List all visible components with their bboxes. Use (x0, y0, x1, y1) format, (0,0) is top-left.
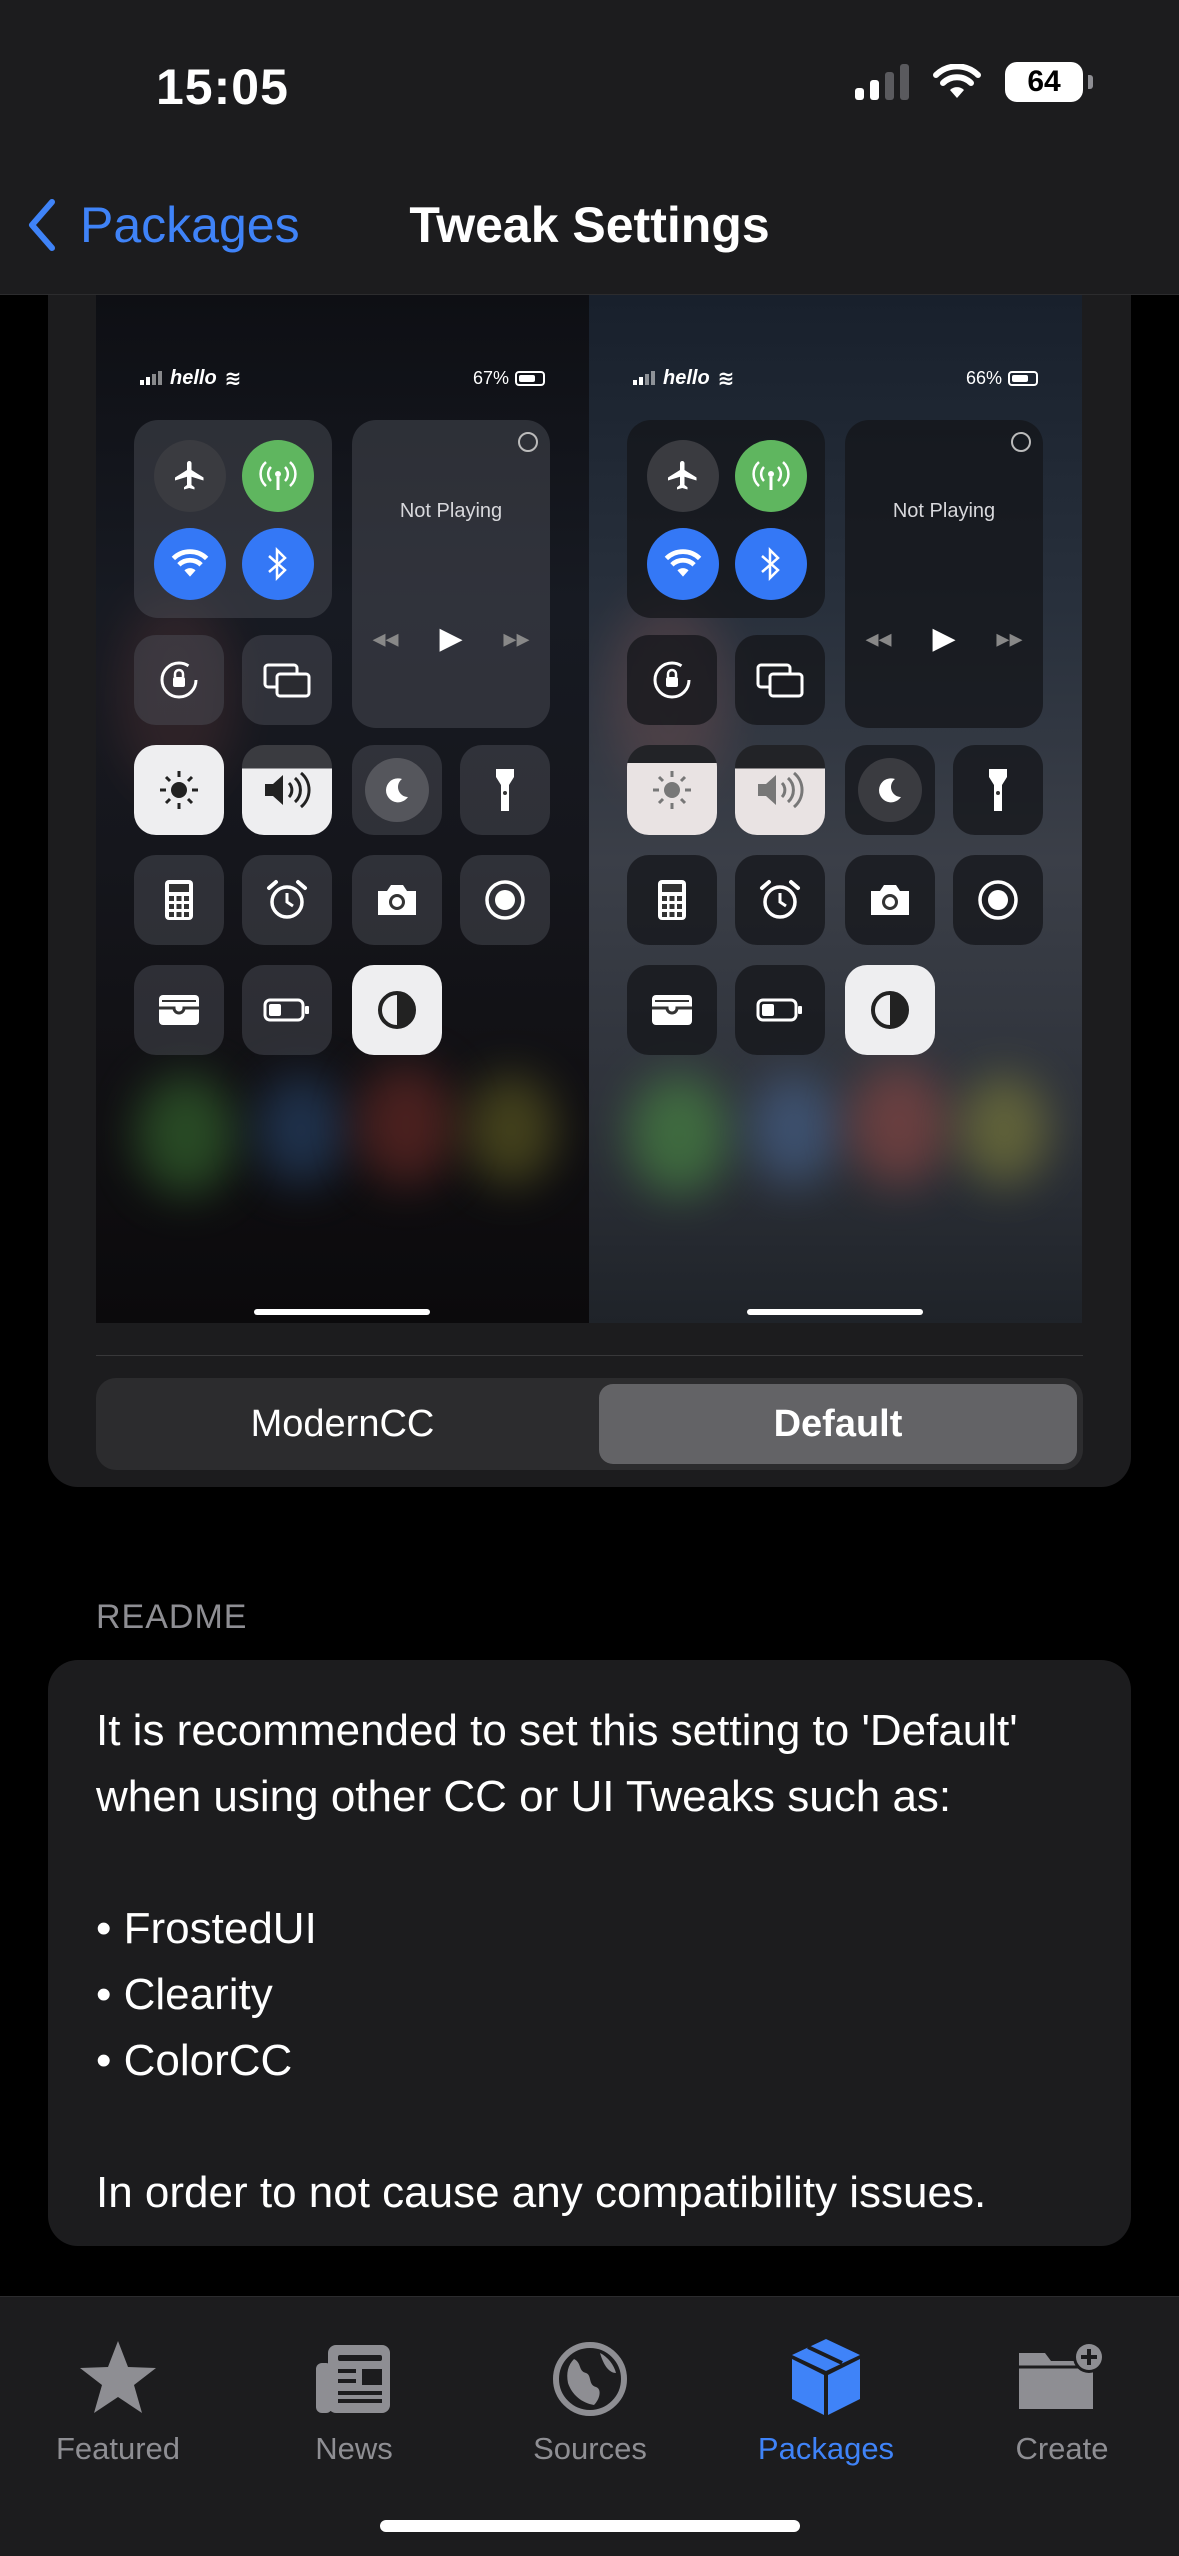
tab-featured[interactable]: Featured (0, 2327, 236, 2467)
screen-record-icon (460, 855, 550, 945)
battery-icon: 64 (1005, 62, 1093, 102)
segment-default[interactable]: Default (599, 1384, 1077, 1464)
calculator-icon (627, 855, 717, 945)
preview-status-bar: hello ≋ 67% (140, 363, 545, 393)
now-playing-module: Not Playing ◂◂ ▶ ▸▸ (352, 420, 550, 728)
tab-create-label: Create (1015, 2431, 1109, 2466)
tab-bar: Featured News Sources Packages Create (0, 2296, 1179, 2556)
default-preview-image: hello ≋ 66% Not Playing ◂◂ ▶ ▸▸ (589, 295, 1082, 1323)
alarm-clock-icon (242, 855, 332, 945)
tab-sources[interactable]: Sources (472, 2327, 708, 2467)
dark-mode-icon (352, 965, 442, 1055)
do-not-disturb-icon (352, 745, 442, 835)
airplane-icon (154, 440, 226, 512)
camera-icon (352, 855, 442, 945)
now-playing-label: Not Playing (892, 500, 996, 522)
now-playing-module: Not Playing ◂◂ ▶ ▸▸ (845, 420, 1043, 728)
now-playing-label: Not Playing (399, 500, 503, 522)
low-power-icon (242, 965, 332, 1055)
do-not-disturb-icon (845, 745, 935, 835)
screen-mirroring-icon (242, 635, 332, 725)
style-segmented-control[interactable]: ModernCC Default (96, 1378, 1083, 1470)
airplane-icon (647, 440, 719, 512)
connectivity-module (627, 420, 825, 618)
divider (96, 1355, 1083, 1356)
wallet-icon (134, 965, 224, 1055)
home-indicator (380, 2520, 800, 2532)
box-icon (792, 2339, 860, 2415)
alarm-clock-icon (735, 855, 825, 945)
cellular-data-icon (735, 440, 807, 512)
preview-battery-percent: 67% (472, 367, 509, 388)
readme-section-label: README (96, 1598, 248, 1636)
newspaper-icon (316, 2345, 390, 2413)
tab-news[interactable]: News (236, 2327, 472, 2467)
screen-record-icon (953, 855, 1043, 945)
wifi-toggle-icon (647, 528, 719, 600)
flashlight-icon (953, 745, 1043, 835)
wallet-icon (627, 965, 717, 1055)
preview-home-indicator (747, 1309, 923, 1315)
tab-packages-label: Packages (757, 2431, 895, 2466)
low-power-icon (735, 965, 825, 1055)
tab-sources-label: Sources (533, 2431, 647, 2466)
folder-plus-icon (1019, 2341, 1105, 2409)
rotation-lock-icon (627, 635, 717, 725)
preview-home-indicator (254, 1309, 430, 1315)
camera-icon (845, 855, 935, 945)
wifi-toggle-icon (154, 528, 226, 600)
page-title: Tweak Settings (409, 197, 770, 253)
globe-icon (553, 2342, 627, 2416)
connectivity-module (134, 420, 332, 618)
tab-packages[interactable]: Packages (708, 2327, 944, 2467)
volume-slider-icon (242, 745, 332, 835)
preview-carrier: hello (663, 366, 710, 389)
cellular-data-icon (242, 440, 314, 512)
status-time: 15:05 (156, 59, 289, 115)
moderncc-preview-image: hello ≋ 67% Not Playing ◂◂ ▶ ▸▸ (96, 295, 589, 1323)
wifi-icon (933, 64, 981, 98)
volume-slider-icon (735, 745, 825, 835)
flashlight-icon (460, 745, 550, 835)
preview-images: hello ≋ 67% Not Playing ◂◂ ▶ ▸▸ hello ≋ … (96, 295, 1083, 1323)
preview-status-bar: hello ≋ 66% (633, 363, 1038, 393)
tab-featured-label: Featured (55, 2431, 181, 2466)
readme-text: It is recommended to set this setting to… (96, 1706, 1018, 2217)
brightness-slider-icon (134, 745, 224, 835)
readme-card: It is recommended to set this setting to… (48, 1660, 1131, 2246)
star-icon (80, 2341, 156, 2413)
preview-card: hello ≋ 67% Not Playing ◂◂ ▶ ▸▸ hello ≋ … (48, 295, 1131, 1487)
preview-battery-percent: 66% (965, 367, 1002, 388)
navigation-header: 15:05 64 Packages Tweak Settings (0, 0, 1179, 295)
bluetooth-icon (735, 528, 807, 600)
brightness-slider-icon (627, 745, 717, 835)
tab-news-label: News (315, 2431, 393, 2466)
dark-mode-icon (845, 965, 935, 1055)
status-indicators: 64 (855, 62, 1093, 102)
segment-moderncc[interactable]: ModernCC (96, 1378, 589, 1470)
screen-mirroring-icon (735, 635, 825, 725)
calculator-icon (134, 855, 224, 945)
rotation-lock-icon (134, 635, 224, 725)
bluetooth-icon (242, 528, 314, 600)
preview-carrier: hello (170, 366, 217, 389)
cellular-signal-icon (855, 64, 909, 100)
tab-create[interactable]: Create (944, 2327, 1179, 2467)
